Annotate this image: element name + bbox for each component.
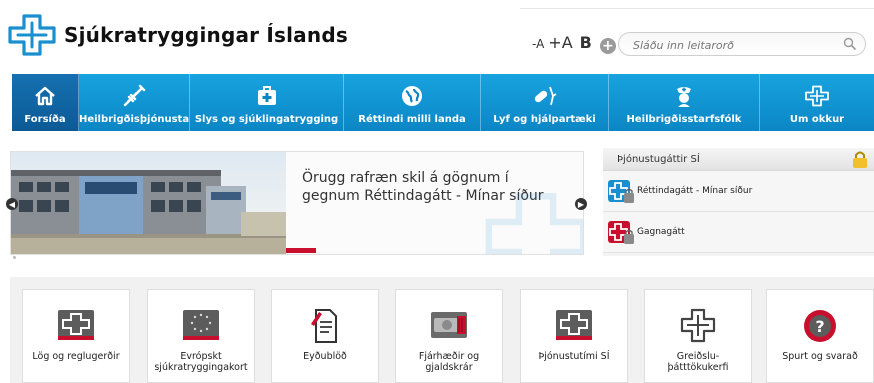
portal-item-label: Gagnagátt [637, 227, 685, 237]
eu-card-icon [183, 310, 219, 340]
slide-indicator [286, 248, 316, 253]
nav-item-label: Heilbrigðisstarfsfólk [626, 114, 742, 125]
chevron-right-icon: ▶ [577, 199, 585, 209]
portal-item-label: Réttindagátt - Mínar síður [637, 186, 753, 196]
tile-label: Evrópskt sjúkratryggingakort [154, 351, 248, 373]
header-divider [520, 8, 874, 9]
nav-item-um-okkur[interactable]: Um okkur [760, 74, 874, 131]
site-logo[interactable]: Sjúkratryggingar Íslands [8, 14, 348, 56]
watermark-logo-icon [485, 193, 583, 254]
nav-item-heilbrigdisthjonusta[interactable]: Heilbrigðisþjónusta [79, 74, 190, 131]
tile-thjonustutimi[interactable]: Þjónustutími SÍ [520, 289, 628, 383]
globe-icon [402, 86, 422, 106]
slider-prev-button[interactable]: ◀ [6, 198, 18, 210]
font-smaller-button[interactable]: -A [532, 37, 544, 51]
syringe-icon [123, 84, 146, 107]
tile-evropskt-kort[interactable]: Evrópskt sjúkratryggingakort [147, 289, 255, 383]
plus-icon[interactable]: + [599, 38, 616, 54]
hero-slider: Örugg rafræn skil á gögnum í gegnum Rétt… [10, 151, 584, 255]
tile-greidsluthattttokukerfi[interactable]: Greiðslu- þátttökukerfi [644, 289, 752, 383]
tile-log-og-reglugerdir[interactable]: Lög og reglugerðir [22, 289, 130, 383]
chevron-left-icon: ◀ [8, 199, 16, 209]
tile-label: Greiðslu- þátttökukerfi [667, 351, 729, 373]
form-document-icon [311, 309, 337, 343]
search-box [618, 32, 866, 56]
home-icon [35, 86, 55, 106]
building-photo [11, 152, 286, 254]
first-aid-icon [257, 86, 276, 105]
nav-item-slys[interactable]: Slys og sjúklingatrygging [190, 74, 344, 131]
nav-item-label: Forsíða [24, 114, 66, 125]
cross-outline-icon [680, 308, 716, 343]
main-nav: Forsíða Heilbrigðisþjónusta Slys og sjúk… [12, 74, 874, 131]
tile-fjarhaedir[interactable]: Fjárhæðir og gjaldskrár [395, 289, 503, 383]
tile-eydublod[interactable]: Eyðublöð [271, 289, 379, 383]
tile-label: Fjárhæðir og gjaldskrár [418, 351, 480, 373]
search-icon[interactable] [843, 37, 857, 51]
nav-item-rettindi[interactable]: Réttindi milli landa [344, 74, 481, 131]
blue-logo-lock-icon [608, 180, 634, 203]
nav-item-label: Réttindi milli landa [358, 114, 466, 125]
nav-item-label: Lyf og hjálpartæki [493, 114, 596, 125]
slider-next-button[interactable]: ▶ [575, 198, 587, 210]
font-bold-button[interactable]: B [580, 33, 592, 52]
svg-text:?: ? [815, 317, 824, 336]
clock-logo-icon [556, 310, 592, 340]
tile-label: Eyðublöð [303, 351, 347, 362]
nav-item-label: Heilbrigðisþjónusta [78, 114, 190, 125]
money-icon [431, 312, 467, 338]
law-logo-icon [58, 310, 94, 340]
font-size-controls: -A +A B + [532, 33, 616, 54]
slider-dot[interactable] [13, 256, 16, 259]
nav-item-lyf[interactable]: Lyf og hjálpartæki [481, 74, 609, 131]
nav-item-label: Um okkur [789, 114, 845, 125]
nav-item-heilbrigdisstarfsfolk[interactable]: Heilbrigðisstarfsfólk [609, 74, 760, 131]
nurse-icon [677, 87, 691, 107]
tile-label: Lög og reglugerðir [32, 351, 120, 362]
search-input[interactable] [631, 34, 835, 56]
service-portals: Þjónustugáttir SÍ Réttindagátt - Mínar s… [603, 148, 874, 256]
portals-header: Þjónustugáttir SÍ [603, 148, 874, 171]
tile-label: Þjónustutími SÍ [538, 351, 610, 362]
portals-title: Þjónustugáttir SÍ [617, 153, 700, 165]
nav-item-forsida[interactable]: Forsíða [12, 74, 79, 131]
logo-icon [805, 85, 829, 107]
tile-label: Spurt og svarað [782, 351, 858, 362]
red-logo-lock-icon [608, 221, 634, 244]
font-larger-button[interactable]: +A [548, 33, 572, 52]
portal-item-rettindagatt[interactable]: Réttindagátt - Mínar síður [603, 171, 874, 212]
sjukratryggingar-logo-icon [8, 14, 56, 56]
pill-icon [534, 86, 556, 106]
tile-spurt-og-svarad[interactable]: ? Spurt og svarað [766, 289, 874, 383]
question-icon: ? [804, 310, 836, 342]
nav-item-label: Slys og sjúklingatrygging [194, 114, 339, 125]
site-title: Sjúkratryggingar Íslands [64, 23, 348, 47]
lock-icon [853, 151, 867, 168]
portal-item-gagnagatt[interactable]: Gagnagátt [603, 212, 874, 253]
